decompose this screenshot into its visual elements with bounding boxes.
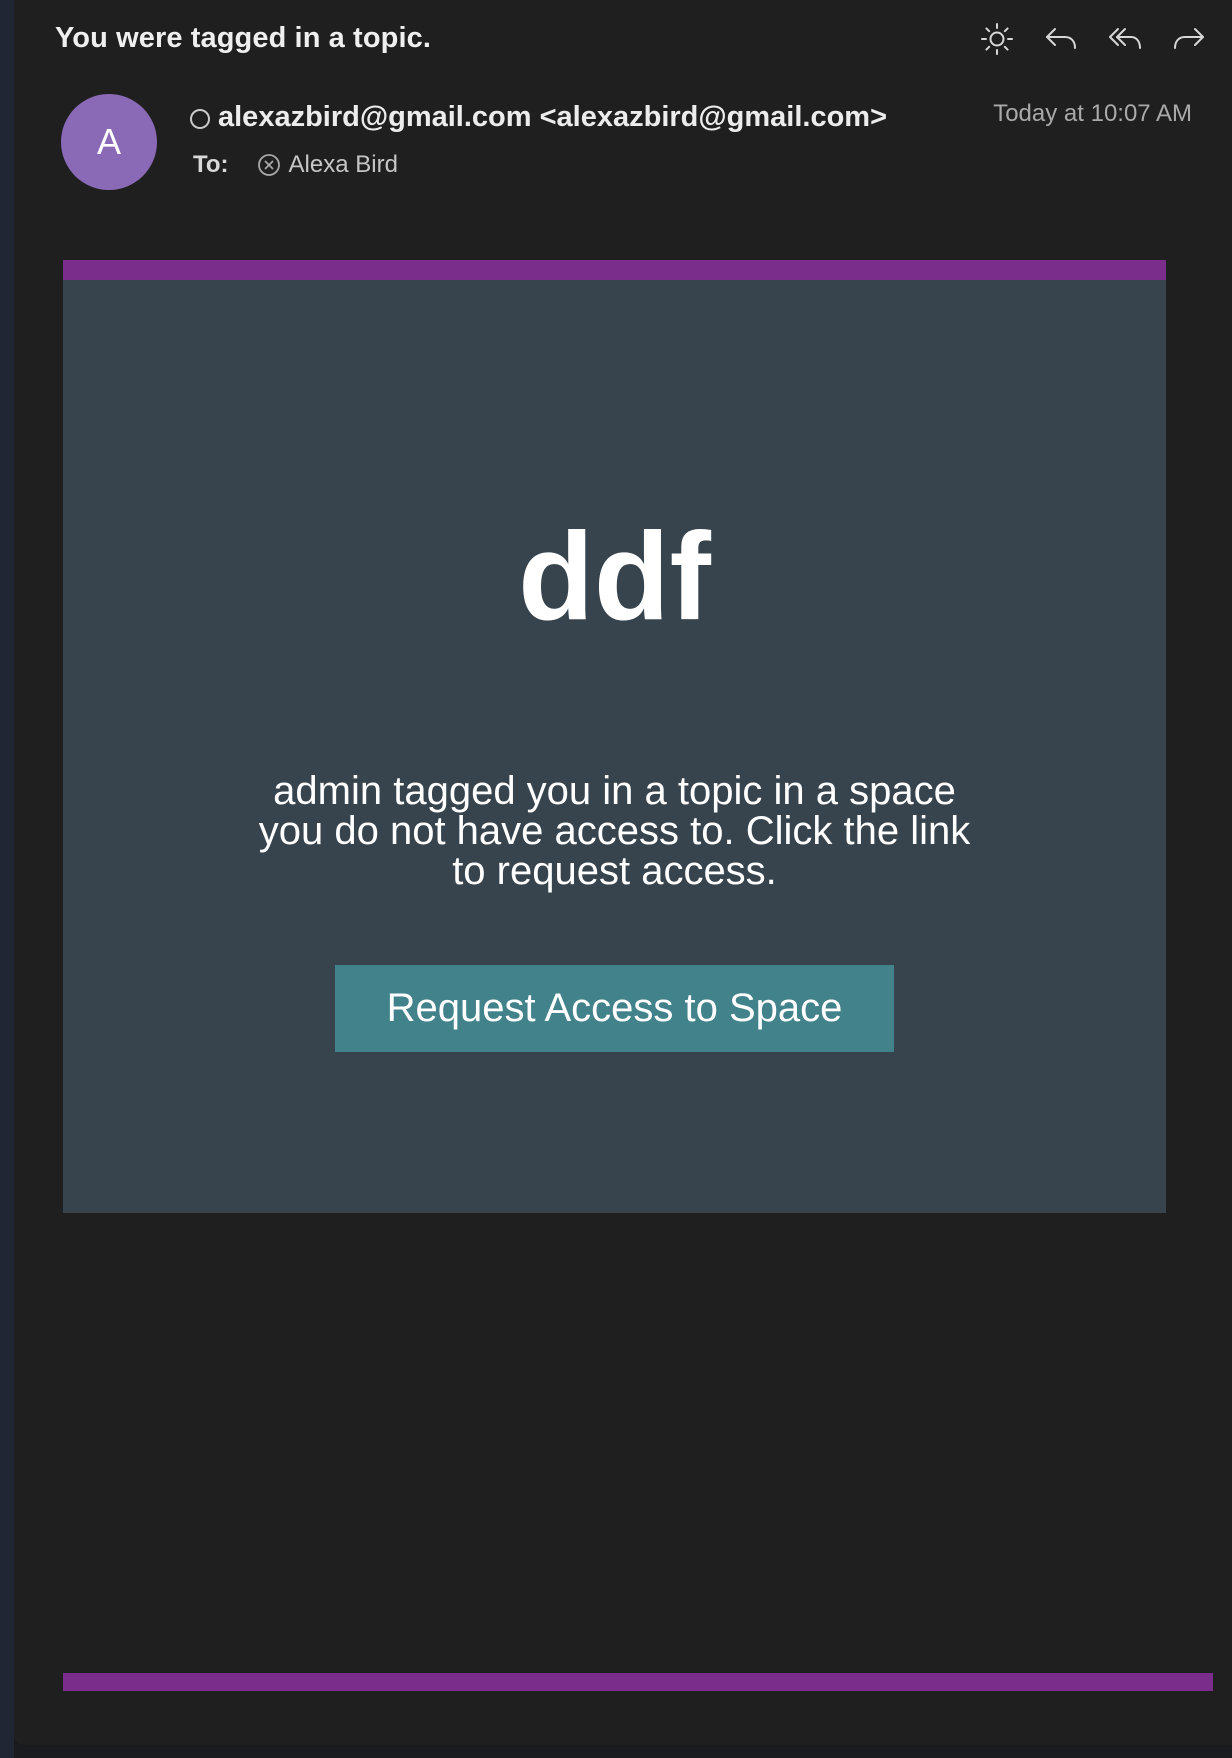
- to-label: To:: [193, 151, 229, 178]
- reply-all-button[interactable]: [1104, 20, 1146, 62]
- notification-message: admin tagged you in a topic in a space y…: [258, 769, 971, 893]
- recipients-row: To: Alexa Bird: [193, 151, 398, 179]
- topic-title: ddf: [518, 508, 711, 646]
- reply-button[interactable]: [1040, 20, 1082, 62]
- footer-accent-bar: [63, 1673, 1213, 1691]
- request-access-button[interactable]: Request Access to Space: [335, 965, 894, 1052]
- message-toolbar: [976, 20, 1210, 62]
- brightness-button[interactable]: [976, 20, 1018, 62]
- email-timestamp: Today at 10:07 AM: [993, 100, 1192, 127]
- window-edge: [0, 0, 14, 1758]
- forward-button[interactable]: [1168, 20, 1210, 62]
- reply-all-icon: [1107, 21, 1143, 62]
- unread-status-icon[interactable]: [190, 108, 210, 129]
- email-body-card: ddf admin tagged you in a topic in a spa…: [63, 260, 1166, 1213]
- recipient-name[interactable]: Alexa Bird: [289, 151, 398, 179]
- card-accent-bar: [63, 260, 1166, 280]
- sender-row: alexazbird@gmail.com <alexazbird@gmail.c…: [190, 101, 887, 134]
- sender-address[interactable]: alexazbird@gmail.com <alexazbird@gmail.c…: [218, 101, 887, 134]
- email-subject: You were tagged in a topic.: [55, 22, 431, 54]
- reply-icon: [1043, 21, 1079, 62]
- sender-avatar: A: [61, 94, 157, 190]
- forward-icon: [1171, 21, 1207, 62]
- brightness-icon: [979, 21, 1015, 62]
- remove-circle-icon[interactable]: [257, 153, 281, 177]
